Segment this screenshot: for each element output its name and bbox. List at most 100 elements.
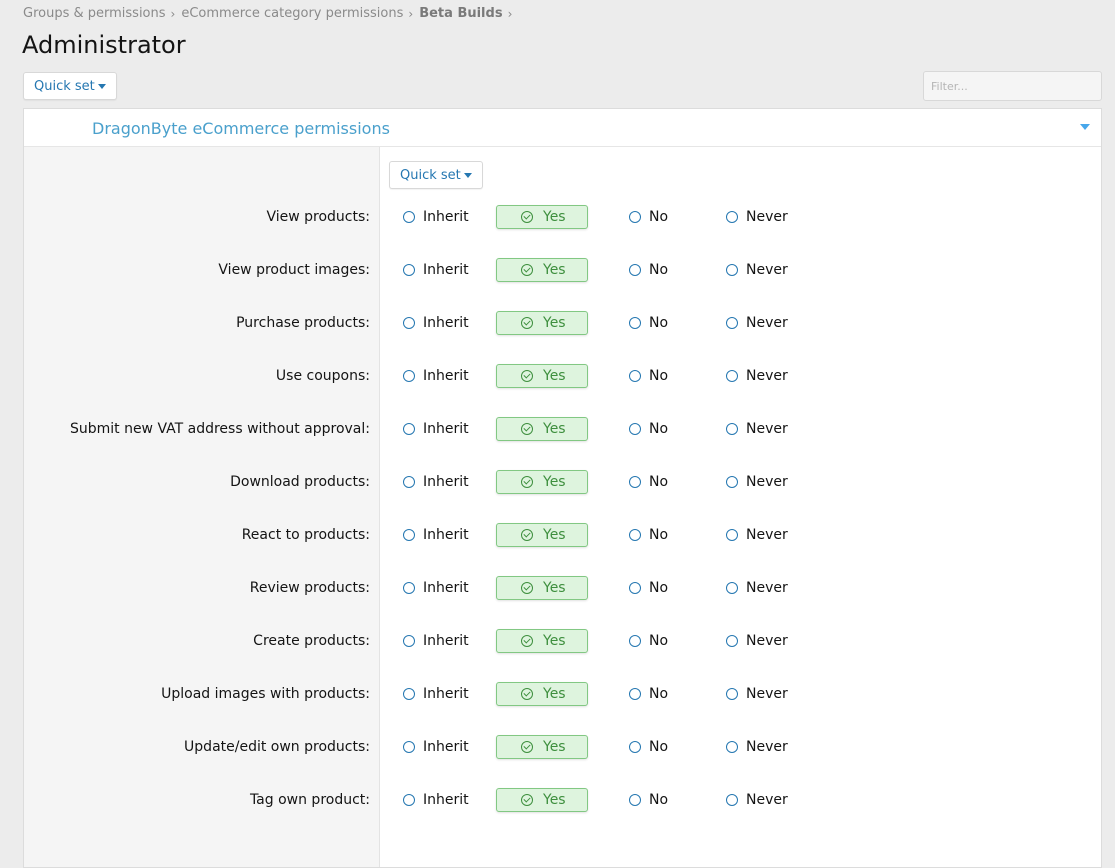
option-never[interactable]: Never (726, 682, 788, 706)
check-circle-icon[interactable] (521, 370, 533, 382)
option-yes-selected[interactable]: Yes (496, 258, 588, 282)
check-circle-icon[interactable] (521, 741, 533, 753)
option-inherit[interactable]: Inherit (403, 311, 469, 335)
panel-quick-set-button[interactable]: Quick set (389, 161, 483, 189)
radio-icon[interactable] (629, 688, 641, 700)
radio-icon[interactable] (629, 264, 641, 276)
radio-icon[interactable] (403, 264, 415, 276)
option-yes-selected[interactable]: Yes (496, 364, 588, 388)
radio-icon[interactable] (726, 423, 738, 435)
check-circle-icon[interactable] (521, 476, 533, 488)
option-no[interactable]: No (629, 470, 668, 494)
option-no[interactable]: No (629, 364, 668, 388)
option-yes-selected[interactable]: Yes (496, 735, 588, 759)
option-no[interactable]: No (629, 788, 668, 812)
option-yes-selected[interactable]: Yes (496, 629, 588, 653)
option-inherit[interactable]: Inherit (403, 470, 469, 494)
radio-icon[interactable] (726, 370, 738, 382)
collapse-caret-icon[interactable] (1080, 124, 1090, 130)
check-circle-icon[interactable] (521, 423, 533, 435)
option-never[interactable]: Never (726, 735, 788, 759)
option-never[interactable]: Never (726, 258, 788, 282)
check-circle-icon[interactable] (521, 529, 533, 541)
option-yes-selected[interactable]: Yes (496, 205, 588, 229)
option-inherit[interactable]: Inherit (403, 629, 469, 653)
radio-icon[interactable] (629, 529, 641, 541)
radio-icon[interactable] (403, 688, 415, 700)
option-no[interactable]: No (629, 258, 668, 282)
radio-icon[interactable] (629, 317, 641, 329)
option-yes-selected[interactable]: Yes (496, 682, 588, 706)
radio-icon[interactable] (726, 529, 738, 541)
option-inherit[interactable]: Inherit (403, 258, 469, 282)
option-yes-selected[interactable]: Yes (496, 788, 588, 812)
radio-icon[interactable] (629, 476, 641, 488)
option-never[interactable]: Never (726, 364, 788, 388)
option-inherit[interactable]: Inherit (403, 682, 469, 706)
check-circle-icon[interactable] (521, 635, 533, 647)
check-circle-icon[interactable] (521, 264, 533, 276)
option-no[interactable]: No (629, 682, 668, 706)
option-inherit[interactable]: Inherit (403, 523, 469, 547)
option-never[interactable]: Never (726, 311, 788, 335)
check-circle-icon[interactable] (521, 688, 533, 700)
radio-icon[interactable] (629, 423, 641, 435)
radio-icon[interactable] (629, 794, 641, 806)
radio-icon[interactable] (726, 264, 738, 276)
option-yes-selected[interactable]: Yes (496, 523, 588, 547)
radio-icon[interactable] (629, 741, 641, 753)
option-never[interactable]: Never (726, 205, 788, 229)
option-inherit[interactable]: Inherit (403, 788, 469, 812)
breadcrumb-link-category-permissions[interactable]: eCommerce category permissions (181, 6, 403, 21)
quick-set-button[interactable]: Quick set (23, 72, 117, 100)
option-inherit[interactable]: Inherit (403, 417, 469, 441)
option-inherit[interactable]: Inherit (403, 205, 469, 229)
radio-icon[interactable] (403, 211, 415, 223)
option-never[interactable]: Never (726, 788, 788, 812)
check-circle-icon[interactable] (521, 794, 533, 806)
radio-icon[interactable] (403, 370, 415, 382)
radio-icon[interactable] (629, 635, 641, 647)
option-yes-selected[interactable]: Yes (496, 470, 588, 494)
filter-input[interactable] (923, 71, 1102, 101)
radio-icon[interactable] (403, 476, 415, 488)
radio-icon[interactable] (726, 317, 738, 329)
radio-icon[interactable] (726, 635, 738, 647)
option-never[interactable]: Never (726, 576, 788, 600)
option-yes-selected[interactable]: Yes (496, 576, 588, 600)
check-circle-icon[interactable] (521, 317, 533, 329)
radio-icon[interactable] (726, 794, 738, 806)
option-inherit[interactable]: Inherit (403, 364, 469, 388)
option-no[interactable]: No (629, 205, 668, 229)
radio-icon[interactable] (726, 211, 738, 223)
radio-icon[interactable] (403, 423, 415, 435)
radio-icon[interactable] (403, 635, 415, 647)
option-no[interactable]: No (629, 629, 668, 653)
radio-icon[interactable] (629, 370, 641, 382)
option-never[interactable]: Never (726, 523, 788, 547)
option-no[interactable]: No (629, 523, 668, 547)
option-never[interactable]: Never (726, 629, 788, 653)
breadcrumb-link-beta-builds[interactable]: Beta Builds (419, 6, 502, 21)
option-no[interactable]: No (629, 576, 668, 600)
option-no[interactable]: No (629, 417, 668, 441)
breadcrumb-link-groups[interactable]: Groups & permissions (23, 6, 166, 21)
option-inherit[interactable]: Inherit (403, 576, 469, 600)
radio-icon[interactable] (726, 688, 738, 700)
radio-icon[interactable] (403, 317, 415, 329)
check-circle-icon[interactable] (521, 582, 533, 594)
radio-icon[interactable] (726, 582, 738, 594)
panel-title[interactable]: DragonByte eCommerce permissions (92, 119, 390, 138)
radio-icon[interactable] (403, 741, 415, 753)
panel-header[interactable]: DragonByte eCommerce permissions (24, 109, 1101, 147)
option-yes-selected[interactable]: Yes (496, 311, 588, 335)
option-inherit[interactable]: Inherit (403, 735, 469, 759)
option-never[interactable]: Never (726, 417, 788, 441)
option-no[interactable]: No (629, 311, 668, 335)
radio-icon[interactable] (726, 741, 738, 753)
radio-icon[interactable] (629, 211, 641, 223)
option-never[interactable]: Never (726, 470, 788, 494)
radio-icon[interactable] (403, 529, 415, 541)
option-no[interactable]: No (629, 735, 668, 759)
option-yes-selected[interactable]: Yes (496, 417, 588, 441)
